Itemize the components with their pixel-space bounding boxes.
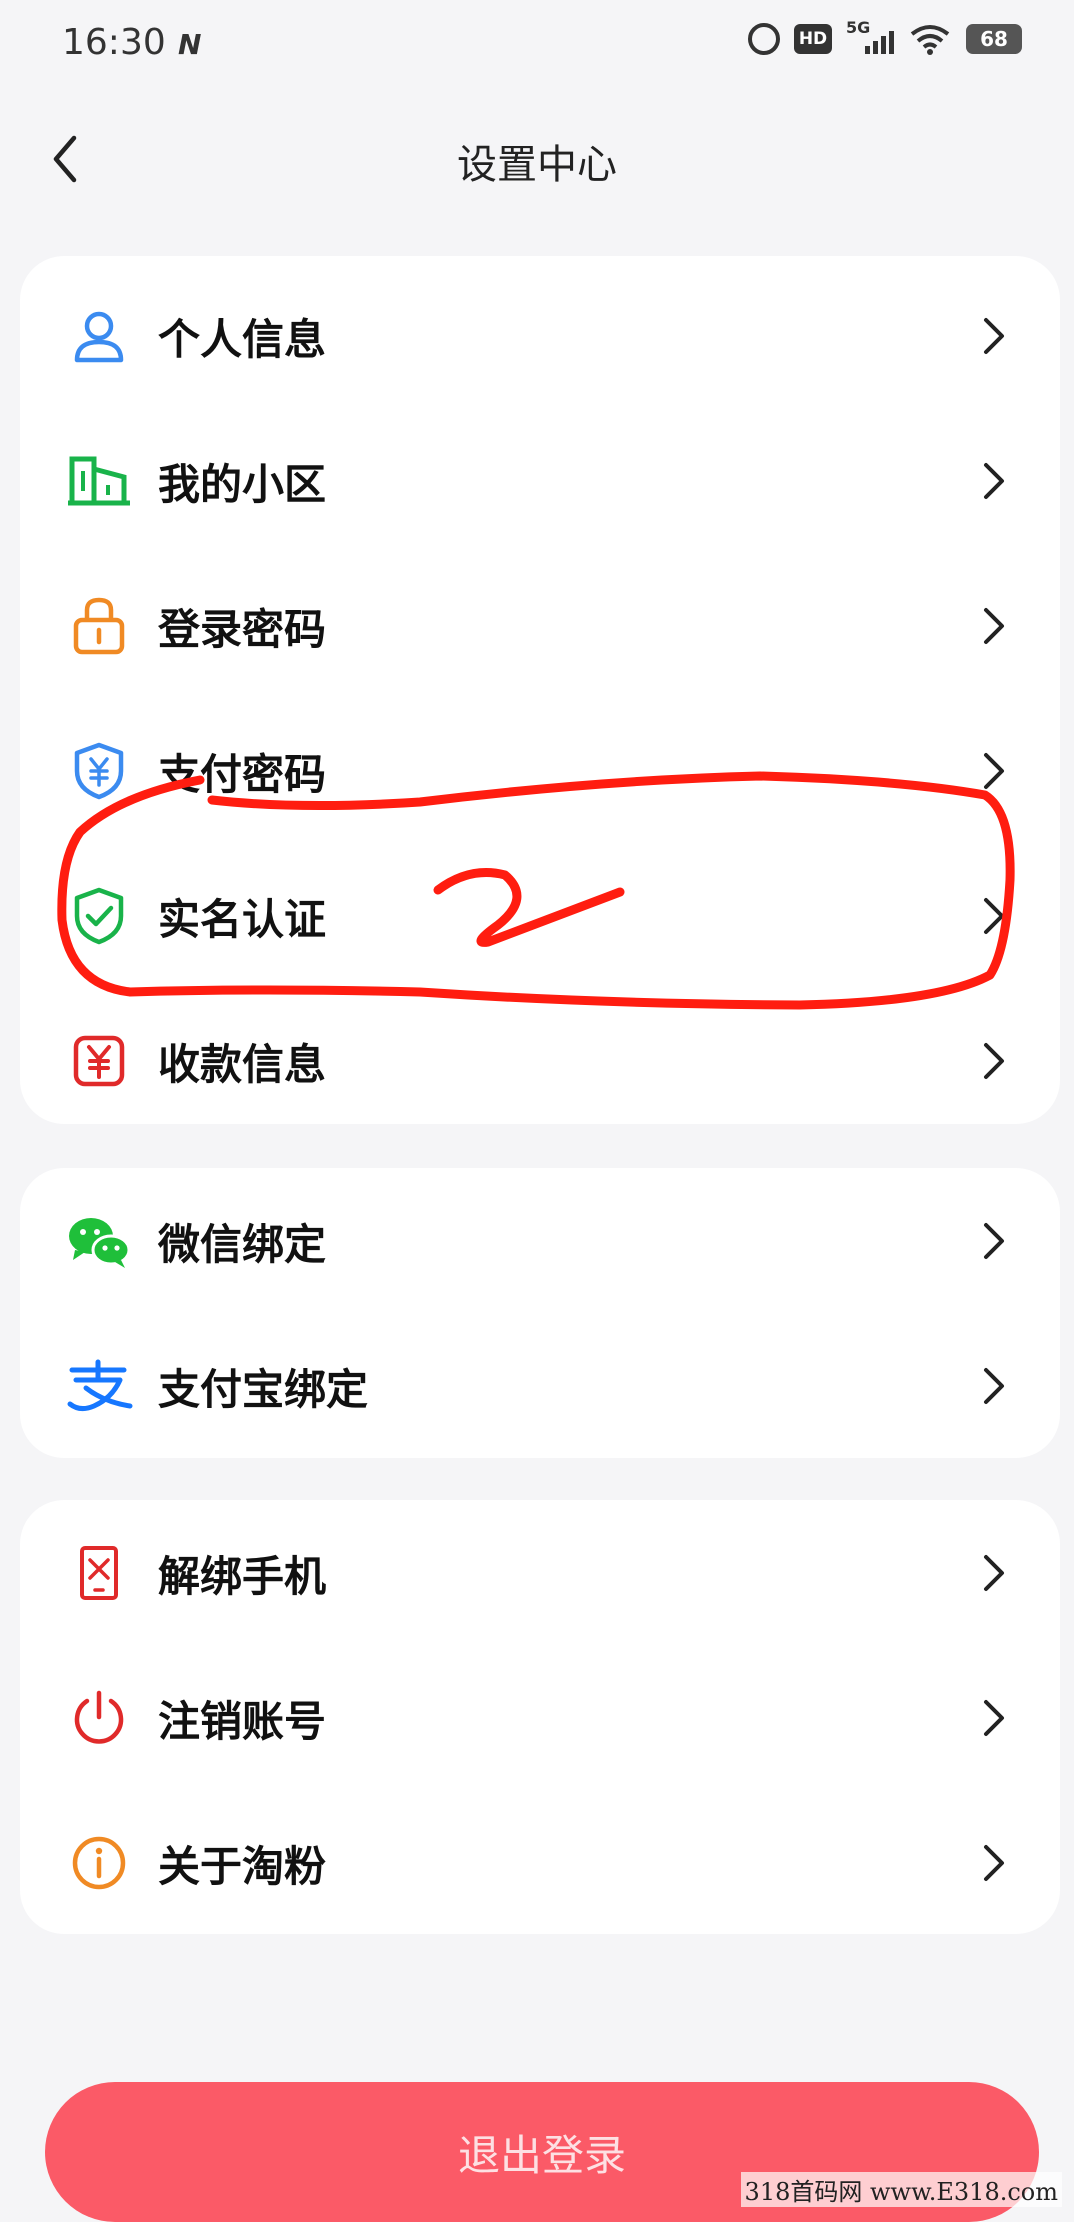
notification-n-icon: N <box>178 28 202 61</box>
row-label: 登录密码 <box>158 604 327 654</box>
alipay-icon <box>64 1351 134 1421</box>
settings-group-bindings: 微信绑定 支付宝绑定 <box>20 1168 1060 1458</box>
settings-group-account-management: 解绑手机 注销账号 关于淘粉 <box>20 1500 1060 1934</box>
page-title: 设置中心 <box>457 142 617 188</box>
chevron-right-icon <box>972 453 1016 509</box>
power-icon <box>64 1683 134 1753</box>
nav-bar: 设置中心 <box>0 110 1074 210</box>
row-wechat-binding[interactable]: 微信绑定 <box>20 1168 1060 1314</box>
status-icons: HD 5G 68 <box>748 18 1022 56</box>
chevron-right-icon <box>972 598 1016 654</box>
row-delete-account[interactable]: 注销账号 <box>20 1645 1060 1791</box>
chevron-right-icon <box>972 1358 1016 1414</box>
wechat-icon <box>64 1206 134 1276</box>
row-about[interactable]: 关于淘粉 <box>20 1790 1060 1936</box>
status-time: 16:30 <box>62 22 166 63</box>
row-label: 实名认证 <box>158 894 327 944</box>
signal-icon: 5G <box>846 18 894 56</box>
hd-icon: HD <box>794 24 832 54</box>
chevron-right-icon <box>972 1213 1016 1269</box>
payment-shield-icon <box>64 736 134 806</box>
row-label: 注销账号 <box>158 1696 327 1746</box>
phone-unbind-icon <box>64 1538 134 1608</box>
info-icon <box>64 1828 134 1898</box>
chevron-right-icon <box>972 888 1016 944</box>
status-bar: 16:30 N HD 5G 68 <box>0 0 1074 90</box>
wifi-icon <box>908 22 952 56</box>
chevron-right-icon <box>972 1033 1016 1089</box>
row-label: 支付密码 <box>158 749 327 799</box>
building-icon <box>64 446 134 516</box>
chevron-right-icon <box>972 308 1016 364</box>
row-label: 关于淘粉 <box>158 1841 327 1891</box>
settings-group-account: 个人信息 我的小区 登录密码 支付密码 实名认证 收款信息 <box>20 256 1060 1124</box>
alarm-icon <box>748 23 780 55</box>
row-label: 我的小区 <box>158 459 327 509</box>
row-receiving-info[interactable]: 收款信息 <box>20 988 1060 1134</box>
row-payment-password[interactable]: 支付密码 <box>20 698 1060 844</box>
battery-icon: 68 <box>966 24 1022 54</box>
person-icon <box>64 301 134 371</box>
row-label: 解绑手机 <box>158 1551 327 1601</box>
chevron-right-icon <box>972 1690 1016 1746</box>
lock-icon <box>64 591 134 661</box>
yuan-receipt-icon <box>64 1026 134 1096</box>
chevron-right-icon <box>972 1545 1016 1601</box>
row-personal-info[interactable]: 个人信息 <box>20 263 1060 409</box>
row-unbind-phone[interactable]: 解绑手机 <box>20 1500 1060 1646</box>
verified-shield-icon <box>64 881 134 951</box>
row-real-name-verification[interactable]: 实名认证 <box>20 843 1060 989</box>
row-label: 微信绑定 <box>158 1219 327 1269</box>
row-label: 个人信息 <box>158 314 327 364</box>
row-label: 收款信息 <box>158 1039 327 1089</box>
watermark: 318首码网 www.E318.com <box>740 2172 1062 2207</box>
chevron-right-icon <box>972 743 1016 799</box>
chevron-right-icon <box>972 1835 1016 1891</box>
row-alipay-binding[interactable]: 支付宝绑定 <box>20 1313 1060 1459</box>
row-login-password[interactable]: 登录密码 <box>20 553 1060 699</box>
row-label: 支付宝绑定 <box>158 1364 369 1414</box>
row-my-community[interactable]: 我的小区 <box>20 408 1060 554</box>
